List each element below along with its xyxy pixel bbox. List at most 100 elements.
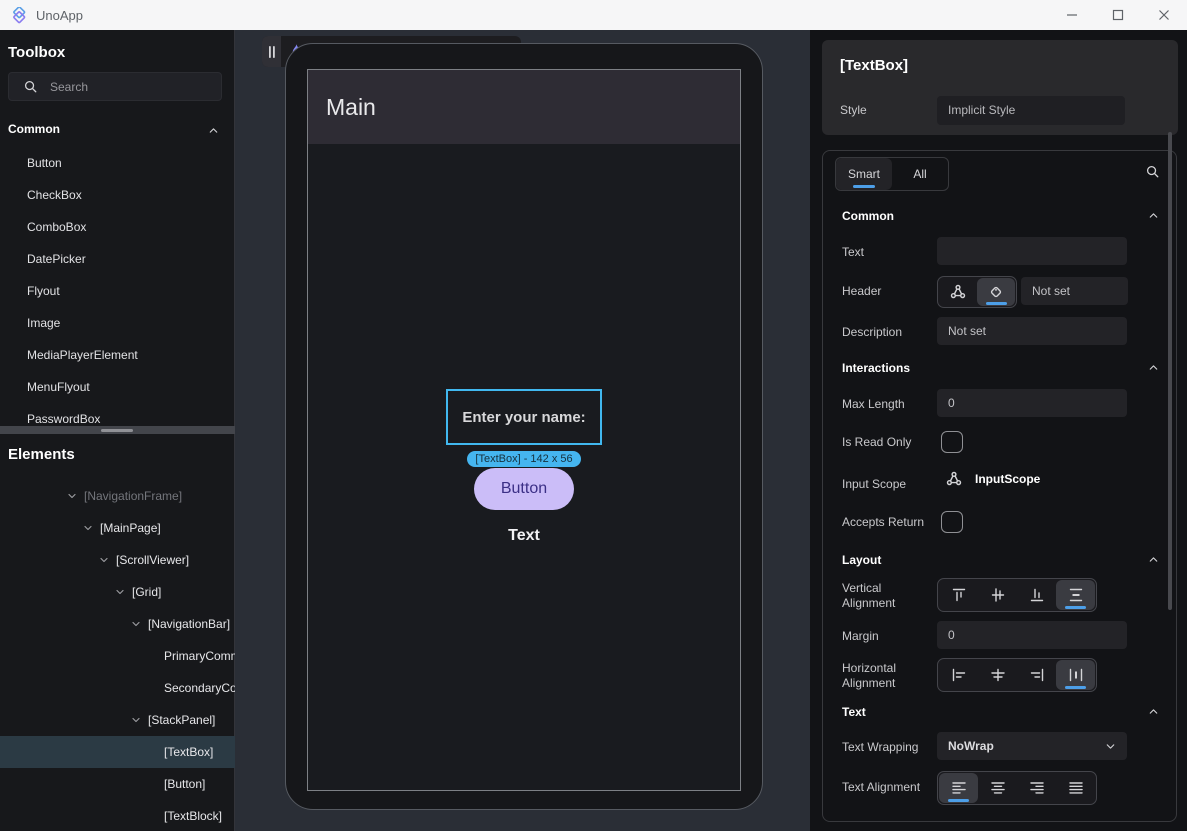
tree-item-mainpage[interactable]: [MainPage] [0,512,235,544]
text-align-justify-button[interactable] [1056,773,1095,803]
description-label: Description [842,325,902,339]
max-length-label: Max Length [842,397,905,411]
chevron-down-icon[interactable] [114,586,126,598]
tag-button[interactable] [977,278,1015,306]
tab-all[interactable]: All [892,158,948,190]
max-length-input[interactable]: 0 [937,389,1127,417]
binding-button[interactable] [939,278,977,306]
toolbox-search-input[interactable]: Search [8,72,222,101]
tree-item-navigationframe[interactable]: [NavigationFrame] [0,480,235,512]
close-icon [1158,9,1170,21]
close-button[interactable] [1141,0,1187,30]
align-vcenter-icon [990,587,1006,603]
chevron-down-icon[interactable] [66,490,78,502]
chevron-down-icon[interactable] [130,714,142,726]
canvas-textblock[interactable]: Text [308,527,740,545]
section-text-title[interactable]: Text [842,705,866,719]
is-read-only-label: Is Read Only [842,435,911,449]
vertical-alignment-label: Vertical Alignment [842,581,924,611]
chevron-up-icon[interactable] [1147,553,1160,566]
text-align-center-button[interactable] [978,773,1017,803]
chevron-down-icon[interactable] [82,522,94,534]
selection-size-badge: [TextBox] - 142 x 56 [308,451,740,467]
toolbox-item-flyout[interactable]: Flyout [0,275,235,307]
text-align-left-icon [951,780,967,796]
description-value-input[interactable]: Not set [937,317,1127,345]
design-canvas[interactable]: Main Enter your name: [TextBox] - 142 x … [236,30,810,831]
align-bottom-button[interactable] [1017,580,1056,610]
canvas-textbox-selected[interactable]: Enter your name: [446,389,602,445]
elements-tree: [NavigationFrame][MainPage][ScrollViewer… [0,480,235,831]
tree-item-textbox[interactable]: [TextBox] [0,736,235,768]
splitter-grip [101,429,133,432]
minimize-button[interactable] [1049,0,1095,30]
drag-handle-button[interactable] [262,36,281,67]
tree-item-button[interactable]: [Button] [0,768,235,800]
navigation-bar[interactable]: Main [308,70,740,144]
toolbox-item-menuflyout[interactable]: MenuFlyout [0,371,235,403]
header-value-input[interactable]: Not set [1021,277,1128,305]
text-align-justify-icon [1068,780,1084,796]
style-value-input[interactable]: Implicit Style [937,96,1125,125]
tree-item-scrollviewer[interactable]: [ScrollViewer] [0,544,235,576]
text-wrapping-dropdown[interactable]: NoWrap [937,732,1127,760]
section-layout-title[interactable]: Layout [842,553,881,567]
properties-scrollbar[interactable] [1168,132,1172,610]
chevron-up-icon[interactable] [1147,209,1160,222]
chevron-down-icon[interactable] [98,554,110,566]
align-bottom-icon [1029,587,1045,603]
window-title: UnoApp [36,8,83,23]
horizontal-alignment-toggle [937,658,1097,692]
tree-item-stackpanel[interactable]: [StackPanel] [0,704,235,736]
align-right-button[interactable] [1017,660,1056,690]
stretch-vertical-button[interactable] [1056,580,1095,610]
chevron-up-icon[interactable] [1147,705,1160,718]
toolbox-item-button[interactable]: Button [0,147,235,179]
toolbox-section-common[interactable]: Common [8,122,222,140]
style-label: Style [840,103,867,117]
tree-item-grid[interactable]: [Grid] [0,576,235,608]
text-align-center-icon [990,780,1006,796]
toolbox-item-list: ButtonCheckBoxComboBoxDatePickerFlyoutIm… [0,147,235,435]
tree-item-primarycomm[interactable]: PrimaryComm [0,640,235,672]
chevron-down-icon[interactable] [130,618,142,630]
binding-icon [949,284,967,300]
margin-input[interactable]: 0 [937,621,1127,649]
margin-label: Margin [842,629,879,643]
input-scope-value[interactable]: InputScope [945,471,1040,487]
toolbox-item-combobox[interactable]: ComboBox [0,211,235,243]
section-interactions-title[interactable]: Interactions [842,361,910,375]
align-hcenter-icon [990,667,1006,683]
text-align-right-icon [1029,780,1045,796]
toolbox-item-mediaplayerelement[interactable]: MediaPlayerElement [0,339,235,371]
stretch-horizontal-button[interactable] [1056,660,1095,690]
align-left-icon [951,667,967,683]
tab-smart[interactable]: Smart [836,158,892,190]
panel-splitter[interactable] [0,426,235,434]
inspector-properties-card: SmartAll Common Text Header Not set Desc… [822,150,1177,822]
toolbox-item-image[interactable]: Image [0,307,235,339]
accepts-return-checkbox[interactable] [941,511,963,533]
properties-search-icon[interactable] [1145,164,1160,179]
align-left-button[interactable] [939,660,978,690]
text-value-input[interactable] [937,237,1127,265]
toolbox-item-datepicker[interactable]: DatePicker [0,243,235,275]
tree-item-textblock[interactable]: [TextBlock] [0,800,235,831]
text-wrapping-value: NoWrap [937,732,1104,760]
tree-item-navigationbar[interactable]: [NavigationBar] [0,608,235,640]
align-hcenter-button[interactable] [978,660,1017,690]
canvas-button[interactable]: Button [474,468,574,510]
page-title: Main [326,94,376,121]
is-read-only-checkbox[interactable] [941,431,963,453]
align-vcenter-button[interactable] [978,580,1017,610]
align-top-button[interactable] [939,580,978,610]
tree-item-secondaryco[interactable]: SecondaryCo [0,672,235,704]
text-align-right-button[interactable] [1017,773,1056,803]
chevron-up-icon[interactable] [1147,361,1160,374]
elements-title: Elements [8,446,75,463]
toolbox-item-checkbox[interactable]: CheckBox [0,179,235,211]
text-align-left-button[interactable] [939,773,978,803]
device-screen[interactable]: Main Enter your name: [TextBox] - 142 x … [307,69,741,791]
maximize-button[interactable] [1095,0,1141,30]
section-common-title[interactable]: Common [842,209,894,223]
